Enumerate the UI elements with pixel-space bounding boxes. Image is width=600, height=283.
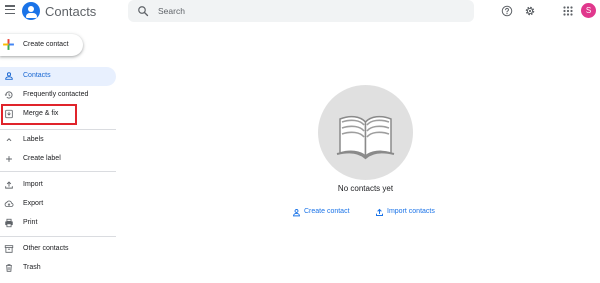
sidebar-item-contacts[interactable]: Contacts [0, 67, 116, 86]
empty-state-illustration [318, 85, 413, 180]
person-add-icon [293, 209, 300, 217]
menu-icon[interactable] [5, 5, 15, 15]
search-input[interactable] [158, 3, 458, 19]
open-book-icon [336, 115, 395, 160]
empty-state-text: No contacts yet [337, 184, 394, 193]
trash-icon [6, 264, 12, 272]
plus-icon [3, 39, 14, 50]
sidebar-item-label: Other contacts [23, 245, 69, 252]
contacts-logo-icon[interactable] [22, 2, 40, 20]
create-contact-link-label: Create contact [304, 208, 350, 215]
sidebar-item-label: Export [23, 200, 44, 207]
highlight-box [1, 104, 77, 125]
sidebar-item-label: Create label [23, 155, 61, 162]
sidebar-item-label: Print [23, 219, 38, 226]
apps-grid-icon[interactable] [562, 5, 574, 17]
history-icon [4, 91, 13, 99]
chevron-up-icon [6, 138, 12, 142]
sidebar-item-label: Contacts [23, 72, 51, 79]
avatar[interactable]: S [581, 3, 596, 18]
upload-icon [376, 208, 383, 216]
sidebar-item-frequently-contacted[interactable]: Frequently contacted [0, 86, 116, 105]
search-bar[interactable] [128, 0, 474, 22]
search-icon[interactable] [137, 5, 149, 17]
create-contact-label: Create contact [23, 41, 69, 48]
settings-icon[interactable] [524, 5, 536, 17]
sidebar-item-label: Labels [23, 136, 44, 143]
print-icon [5, 218, 13, 228]
sidebar-item-import[interactable]: Import [0, 176, 116, 195]
create-contact-button[interactable]: Create contact [0, 34, 83, 56]
sidebar-item-trash[interactable]: Trash [0, 259, 116, 278]
sidebar-item-create-label[interactable]: Create label [0, 150, 116, 169]
sidebar-item-labels[interactable]: Labels [0, 131, 116, 150]
contacts-app: Contacts Search S Create contact Contact… [0, 0, 600, 283]
help-icon[interactable] [501, 5, 513, 17]
divider [0, 236, 116, 237]
upload-icon [5, 181, 13, 189]
import-contacts-link-label: Import contacts [387, 208, 435, 215]
sidebar-item-label: Frequently contacted [23, 91, 89, 98]
import-contacts-link[interactable]: Import contacts [375, 207, 441, 219]
plus-icon [6, 156, 12, 162]
archive-icon [4, 245, 14, 253]
person-icon [5, 72, 13, 80]
divider [0, 171, 116, 172]
sidebar-item-print[interactable]: Print [0, 214, 116, 233]
sidebar-item-label: Import [23, 181, 43, 188]
divider [0, 129, 116, 130]
top-bar: Contacts S [0, 0, 600, 24]
sidebar-item-other-contacts[interactable]: Other contacts [0, 240, 116, 259]
create-contact-link[interactable]: Create contact [292, 207, 356, 219]
sidebar-item-export[interactable]: Export [0, 195, 116, 214]
sidebar-item-label: Trash [23, 264, 41, 271]
cloud-download-icon [4, 200, 14, 207]
app-title: Contacts [45, 4, 97, 19]
